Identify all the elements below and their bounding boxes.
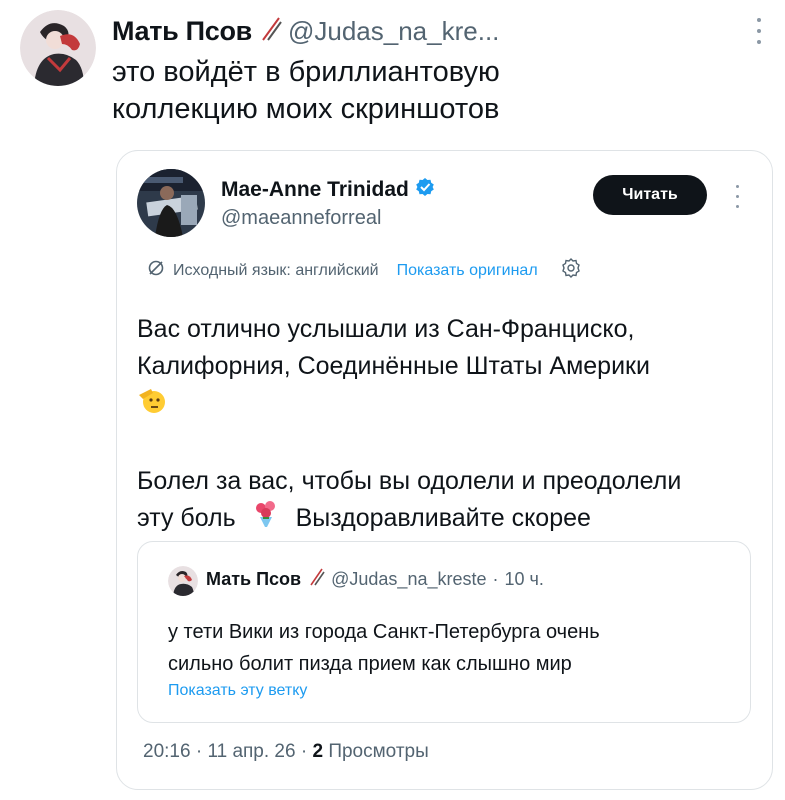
translate-icon [147,259,165,282]
post-text-line: коллекцию моих скриншотов [112,93,500,125]
separator-dot: · [195,741,203,762]
tweet-line: Вас отлично услышали из Сан-Франциско, [137,315,635,343]
quoted-author-avatar[interactable] [168,566,198,596]
tweet-time[interactable]: 20:16 [143,741,191,762]
tweet-line: Калифорния, Соединённые Штаты Америки [137,352,650,380]
tweet-metadata: 20:16 · 11 апр. 26 · 2 Просмотры [143,741,429,763]
tweet-date[interactable]: 11 апр. 26 [207,741,295,762]
quoted-author-handle: @Judas_na_kreste [331,569,487,589]
quoted-tweet-time: 10 ч. [504,569,544,589]
quoted-text-line: у тети Вики из города Санкт-Петербурга о… [168,621,600,643]
quoted-tweet-header: Мать Псов @Judas_na_kreste · 10 ч. [206,568,544,591]
pencil-icon [260,16,282,46]
embedded-author-name[interactable]: Mae-Anne Trinidad [221,178,409,202]
show-original-link[interactable]: Показать оригинал [397,262,538,280]
more-vertical-icon[interactable] [731,181,743,211]
embedded-tweet-card[interactable]: Mae-Anne Trinidad @maeanneforreal Читать… [116,150,773,790]
verified-badge-icon [415,177,435,202]
author-handle[interactable]: @Judas_na_kre... [288,16,499,47]
translation-row: Исходный язык: английский Показать ориги… [147,257,582,284]
translation-source-label: Исходный язык: английский [173,261,379,279]
embedded-author-handle[interactable]: @maeanneforreal [221,207,381,230]
author-name[interactable]: Мать Псов [112,16,252,47]
embedded-name-row: Mae-Anne Trinidad [221,177,435,202]
follow-button[interactable]: Читать [593,175,707,215]
gear-icon[interactable] [560,257,582,284]
post-text-line: это войдёт в бриллиантовую [112,56,500,88]
post-header: Мать Псов @Judas_na_kre... [112,10,499,52]
post-text: это войдёт в бриллиантовую коллекцию мои… [112,54,752,128]
views-count: 2 [312,741,324,762]
pencil-icon [309,568,325,591]
show-thread-link[interactable]: Показать эту ветку [168,682,307,700]
separator-dot: · [300,741,308,762]
author-avatar[interactable] [20,10,96,86]
tweet-line-part: Выздоравливайте скорее [295,504,591,533]
tweet-line-part: эту боль [137,504,236,533]
more-vertical-icon[interactable] [751,14,767,48]
bouquet-emoji [253,500,279,539]
quoted-tweet-text: у тети Вики из города Санкт-Петербурга о… [168,616,738,680]
embedded-author-avatar[interactable] [137,169,205,237]
views-label[interactable]: Просмотры [328,741,428,762]
embedded-tweet-text: Вас отлично услышали из Сан-Франциско, К… [137,311,757,539]
tweet-line: Болел за вас, чтобы вы одолели и преодол… [137,467,682,495]
saluting-face-emoji [137,385,167,426]
quoted-tweet-card[interactable]: Мать Псов @Judas_na_kreste · 10 ч. у тет… [137,541,751,723]
tweet-line-with-emoji: эту боль Выздоравливайте скорее [137,500,757,539]
quoted-author-name: Мать Псов [206,569,302,589]
emoji-line [137,385,757,426]
separator-dot: · [492,569,499,589]
quoted-text-line: сильно болит пизда прием как слышно мир [168,653,572,675]
